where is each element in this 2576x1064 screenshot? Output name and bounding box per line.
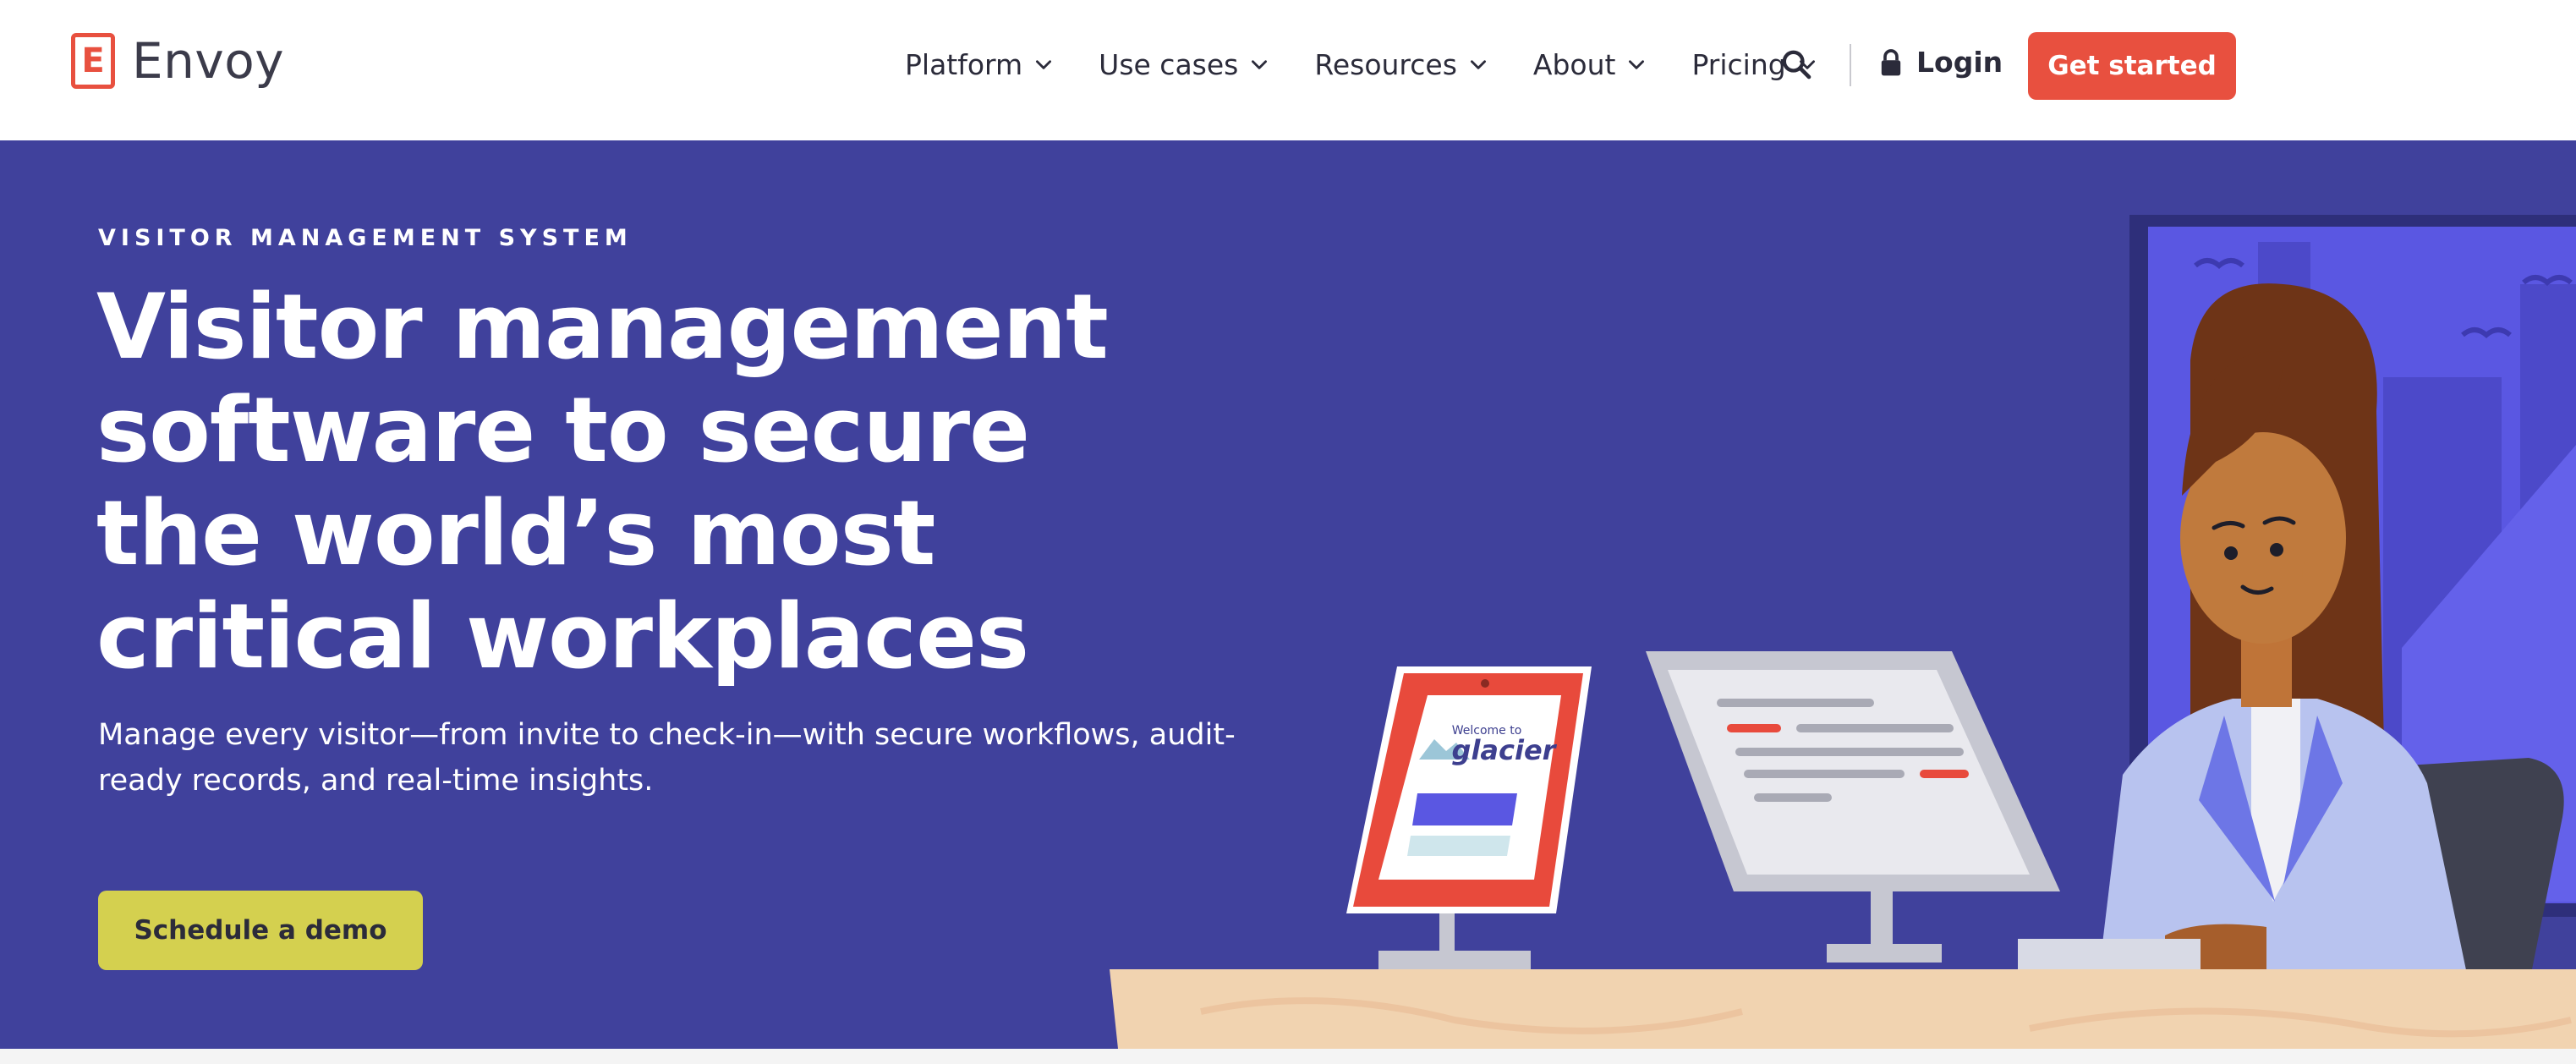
nav-item-use-cases[interactable]: Use cases (1099, 48, 1270, 81)
nav-item-resources[interactable]: Resources (1314, 48, 1489, 81)
chevron-down-icon (1629, 60, 1645, 69)
main-nav: Platform Use cases Resources About Prici… (905, 37, 1862, 91)
monitor (1646, 651, 2060, 963)
login-label: Login (1916, 46, 2003, 79)
reception-illustration: Welcome to glacier (1110, 215, 2576, 1049)
nav-item-label: Use cases (1099, 47, 1239, 81)
envoy-logo[interactable]: E Envoy (71, 29, 284, 93)
hero-section: VISITOR MANAGEMENT SYSTEM Visitor manage… (0, 140, 2576, 1049)
kiosk-brand-text: glacier (1452, 734, 1558, 766)
lock-icon (1881, 48, 1901, 75)
envoy-logo-mark-icon: E (71, 33, 115, 89)
page-strip (0, 1049, 2576, 1064)
site-header: E Envoy Platform Use cases Resources Abo… (0, 0, 2576, 140)
nav-item-platform[interactable]: Platform (905, 48, 1055, 81)
nav-divider (1850, 44, 1851, 86)
nav-item-label: Resources (1314, 47, 1457, 81)
nav-item-label: Platform (905, 47, 1023, 81)
chevron-down-icon (1036, 60, 1052, 69)
desk-papers (2018, 939, 2201, 973)
chevron-down-icon (1470, 60, 1486, 69)
nav-item-label: About (1532, 47, 1616, 81)
brand-name: Envoy (132, 32, 285, 90)
hero-eyebrow: VISITOR MANAGEMENT SYSTEM (98, 225, 633, 251)
chevron-down-icon (1252, 60, 1268, 69)
login-link[interactable]: Login (1879, 46, 2003, 79)
nav-item-label: Pricing (1691, 47, 1786, 81)
schedule-demo-button[interactable]: Schedule a demo (98, 891, 423, 970)
get-started-button[interactable]: Get started (2028, 32, 2236, 100)
hero-headline: Visitor management software to secure th… (96, 275, 1109, 688)
search-icon[interactable] (1779, 47, 1813, 81)
nav-item-about[interactable]: About (1533, 48, 1648, 81)
kiosk-tablet: Welcome to glacier (1346, 666, 1592, 969)
reception-desk (1110, 969, 2576, 1049)
